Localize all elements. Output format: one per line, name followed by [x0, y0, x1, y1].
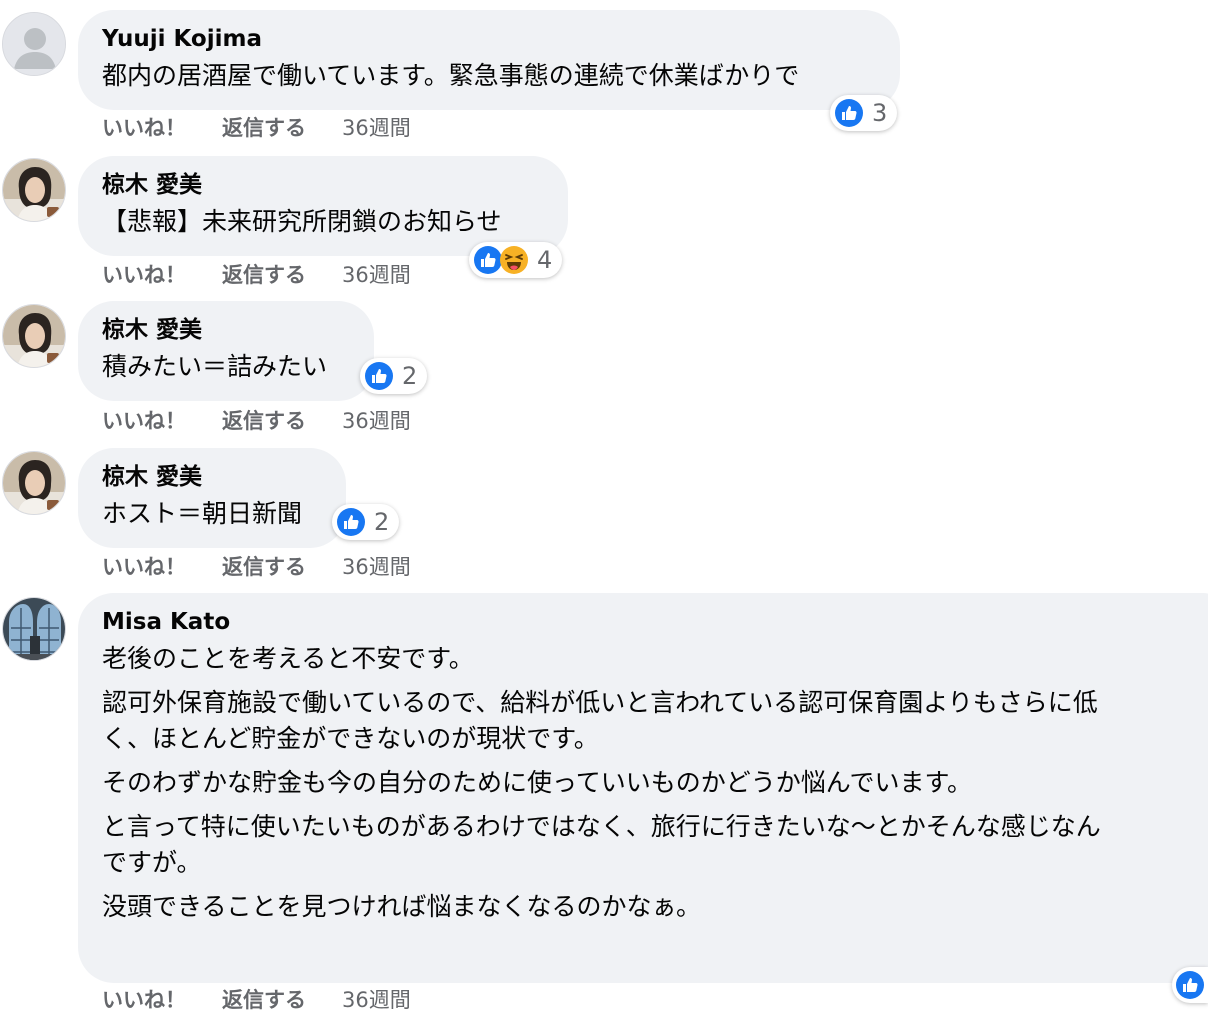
like-link[interactable]: いいね！ [102, 260, 222, 290]
avatar[interactable] [2, 12, 66, 76]
reaction-count: 2 [402, 362, 418, 390]
comment: 椋木 愛美 ホスト＝朝日新聞 2 いいね！ 返信する 36週間 [0, 442, 1208, 588]
user-photo-icon [3, 452, 65, 514]
user-photo-icon [3, 305, 65, 367]
comment-author[interactable]: 椋木 愛美 [102, 315, 350, 345]
comment-text-line: く、ほとんど貯金ができないのが現状です。 [102, 724, 599, 753]
avatar[interactable] [2, 451, 66, 515]
like-link[interactable]: いいね！ [102, 552, 222, 582]
reply-link[interactable]: 返信する [222, 113, 342, 143]
comment-bubble: Yuuji Kojima 都内の居酒屋で働いています。緊急事態の連続で休業ばかり… [78, 10, 900, 110]
timestamp[interactable]: 36週間 [342, 406, 411, 436]
reaction-count: 3 [872, 99, 888, 127]
comment-bubble: 椋木 愛美 積みたい＝詰みたい [78, 301, 374, 401]
comment-author[interactable]: 椋木 愛美 [102, 170, 544, 200]
like-link[interactable]: いいね！ [102, 406, 222, 436]
comment: 椋木 愛美 【悲報】未来研究所閉鎖のお知らせ 4 いいね！ 返信する 36週間 [0, 150, 1208, 296]
reaction-count: 2 [374, 508, 390, 536]
comment-author[interactable]: Yuuji Kojima [102, 24, 876, 54]
comment-text: 都内の居酒屋で働いています。緊急事態の連続で休業ばかりで [102, 61, 800, 90]
like-link[interactable]: いいね！ [102, 113, 222, 143]
comment-bubble: 椋木 愛美 ホスト＝朝日新聞 [78, 448, 346, 548]
comment-text: ホスト＝朝日新聞 [102, 499, 303, 528]
like-reaction-icon [835, 99, 863, 127]
comment-text: 積みたい＝詰みたい [102, 352, 328, 381]
comment-text-line: そのわずかな貯金も今の自分のために使っていいものかどうか悩んでいます。 [102, 768, 973, 797]
reaction-summary[interactable]: 3 [830, 95, 898, 131]
comment-paragraph: そのわずかな貯金も今の自分のために使っていいものかどうか悩んでいます。 [102, 765, 1208, 801]
comment: Misa Kato 老後のことを考えると不安です。 認可外保育施設で働いているの… [0, 588, 1208, 1012]
comment-author[interactable]: 椋木 愛美 [102, 462, 322, 492]
reaction-summary[interactable] [1172, 967, 1208, 1003]
comment-paragraph: と言って特に使いたいものがあるわけではなく、旅行に行きたいな〜とかそんな感じなん… [102, 809, 1208, 881]
comment-text-line: 老後のことを考えると不安です。 [102, 644, 474, 673]
comment-text-line: 没頭できることを見つければ悩まなくなるのかなぁ。 [102, 892, 702, 921]
haha-reaction-icon [500, 246, 528, 274]
comment-paragraph: 没頭できることを見つければ悩まなくなるのかなぁ。 [102, 889, 1208, 925]
reaction-summary[interactable]: 4 [469, 242, 563, 278]
reaction-count: 4 [537, 246, 553, 274]
comment-text: 【悲報】未来研究所閉鎖のお知らせ [102, 207, 502, 236]
avatar[interactable] [2, 158, 66, 222]
comment-actions: いいね！ 返信する 36週間 [102, 113, 411, 143]
user-photo-icon [3, 159, 65, 221]
timestamp[interactable]: 36週間 [342, 260, 411, 290]
default-avatar-icon [3, 13, 65, 75]
timestamp[interactable]: 36週間 [342, 552, 411, 582]
reaction-summary[interactable]: 2 [332, 504, 400, 540]
stained-glass-photo-icon [3, 598, 65, 660]
comment-paragraph: 老後のことを考えると不安です。 [102, 641, 1208, 677]
comment-actions: いいね！ 返信する 36週間 [102, 406, 411, 436]
avatar[interactable] [2, 304, 66, 368]
reply-link[interactable]: 返信する [222, 552, 342, 582]
comment-author[interactable]: Misa Kato [102, 607, 1208, 637]
comment-bubble: Misa Kato 老後のことを考えると不安です。 認可外保育施設で働いているの… [78, 593, 1208, 983]
comment-actions: いいね！ 返信する 36週間 [102, 552, 411, 582]
comment-text-line: ですが。 [102, 848, 202, 877]
like-reaction-icon [337, 508, 365, 536]
comment: Yuuji Kojima 都内の居酒屋で働いています。緊急事態の連続で休業ばかり… [0, 0, 1208, 150]
reply-link[interactable]: 返信する [222, 260, 342, 290]
timestamp[interactable]: 36週間 [342, 113, 411, 143]
like-reaction-icon [1176, 971, 1204, 999]
comment-text-line: と言って特に使いたいものがあるわけではなく、旅行に行きたいな〜とかそんな感じなん [102, 812, 1101, 841]
avatar[interactable] [2, 597, 66, 661]
reply-link[interactable]: 返信する [222, 406, 342, 436]
comment: 椋木 愛美 積みたい＝詰みたい 2 いいね！ 返信する 36週間 [0, 296, 1208, 442]
comment-text-line: 認可外保育施設で働いているので、給料が低いと言われている認可保育園よりもさらに低 [102, 688, 1098, 717]
reaction-summary[interactable]: 2 [360, 358, 428, 394]
comment-actions: いいね！ 返信する 36週間 [102, 260, 411, 290]
comment-paragraph: 認可外保育施設で働いているので、給料が低いと言われている認可保育園よりもさらに低… [102, 685, 1208, 757]
like-reaction-icon [365, 362, 393, 390]
comment-bubble: 椋木 愛美 【悲報】未来研究所閉鎖のお知らせ [78, 156, 568, 256]
